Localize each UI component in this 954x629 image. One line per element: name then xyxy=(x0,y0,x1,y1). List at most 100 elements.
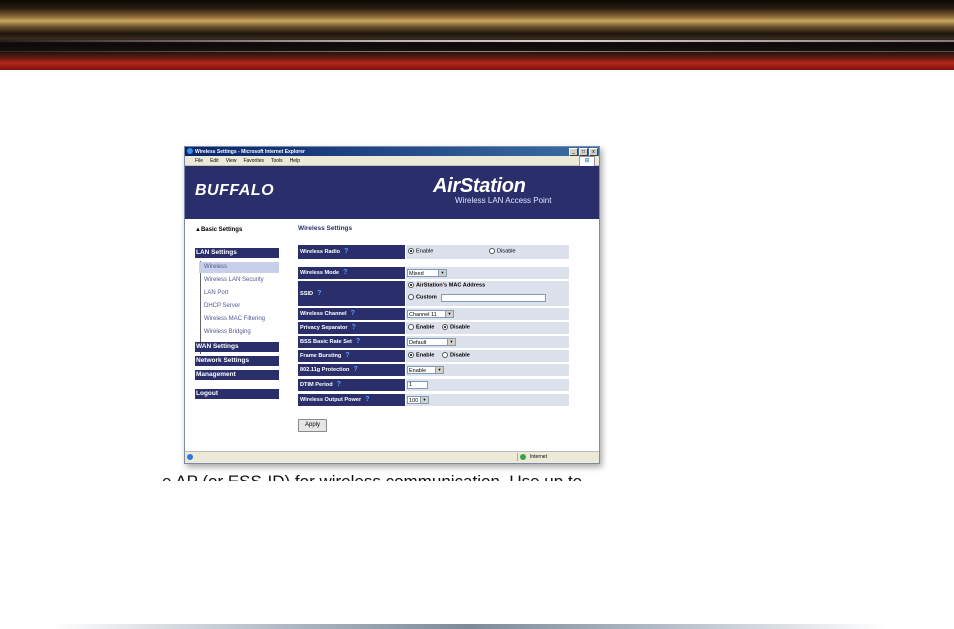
globe-icon xyxy=(520,454,526,460)
radio-enable[interactable]: Enable xyxy=(408,324,434,330)
close-button[interactable]: x xyxy=(589,147,598,156)
sidebar-subitem-wireless-mac-filtering[interactable]: Wireless MAC Filtering xyxy=(199,314,279,325)
decorative-banner xyxy=(0,0,954,70)
sidebar-subitem-wireless-bridging[interactable]: Wireless Bridging xyxy=(199,327,279,338)
row-value: 100 ▼ xyxy=(406,394,569,406)
caption-fragment: e AP (or ESS-ID) for wireless communicat… xyxy=(162,470,612,481)
row-value: Default ▼ xyxy=(406,336,569,348)
settings-row: Wireless Radio? Enable Disable xyxy=(298,245,569,259)
radio-enable[interactable]: Enable xyxy=(408,352,434,358)
brand-logo: BUFFALO xyxy=(195,182,275,199)
ssid-custom-input[interactable] xyxy=(441,294,546,302)
help-icon[interactable]: ? xyxy=(337,381,341,388)
output-power-select[interactable]: 100 ▼ xyxy=(407,396,429,404)
settings-row: SSID? AirStation's MAC Address Custom xyxy=(298,281,569,306)
row-value: Enable Disable xyxy=(406,322,569,334)
settings-row: Wireless Mode? Mixed ▼ xyxy=(298,267,569,279)
page-header: BUFFALO AirStation Wireless LAN Access P… xyxy=(185,166,599,219)
radio-icon xyxy=(442,324,448,330)
menu-view[interactable]: View xyxy=(226,158,237,164)
security-zone: Internet xyxy=(517,453,597,461)
apply-button[interactable]: Apply xyxy=(298,419,327,432)
row-label: 802.11g Protection? xyxy=(298,364,405,376)
sidebar-item-logout[interactable]: Logout xyxy=(195,389,279,399)
help-icon[interactable]: ? xyxy=(353,366,357,373)
banner-line xyxy=(0,51,954,52)
help-icon[interactable]: ? xyxy=(343,269,347,276)
dropdown-arrow-icon: ▼ xyxy=(447,339,455,345)
browser-window: Wireless Settings - Microsoft Internet E… xyxy=(184,146,600,464)
row-value: Enable ▼ xyxy=(406,364,569,376)
help-icon[interactable]: ? xyxy=(365,396,369,403)
sidebar-subitem-wireless[interactable]: Wireless xyxy=(199,262,279,273)
settings-row: Wireless Channel? Channel 11 ▼ xyxy=(298,308,569,320)
menu-help[interactable]: Help xyxy=(290,158,300,164)
row-label: Privacy Separator? xyxy=(298,322,405,334)
menu-edit[interactable]: Edit xyxy=(210,158,219,164)
help-icon[interactable]: ? xyxy=(317,290,321,297)
status-bar: Internet xyxy=(185,451,599,463)
bss-rate-select[interactable]: Default ▼ xyxy=(407,338,456,346)
settings-row: DTIM Period? 1 xyxy=(298,379,569,391)
footer-divider xyxy=(50,624,886,629)
settings-row: Frame Bursting? Enable Disable xyxy=(298,350,569,362)
banner-line xyxy=(0,40,954,42)
row-value: AirStation's MAC Address Custom xyxy=(406,281,569,306)
wireless-mode-select[interactable]: Mixed ▼ xyxy=(407,269,447,277)
product-subtitle: Wireless LAN Access Point xyxy=(455,196,552,205)
help-icon[interactable]: ? xyxy=(344,248,348,255)
help-icon[interactable]: ? xyxy=(356,338,360,345)
radio-icon xyxy=(408,352,414,358)
row-label: Wireless Radio? xyxy=(298,245,405,259)
menu-file[interactable]: File xyxy=(195,158,203,164)
dropdown-arrow-icon: ▼ xyxy=(445,311,453,317)
row-value: 1 xyxy=(406,379,569,391)
ie-icon xyxy=(187,148,193,154)
row-label: Wireless Mode? xyxy=(298,267,405,279)
product-logo: AirStation xyxy=(433,175,526,197)
row-label: Frame Bursting? xyxy=(298,350,405,362)
page-icon xyxy=(187,454,193,460)
row-value: Mixed ▼ xyxy=(406,267,569,279)
maximize-button[interactable]: □ xyxy=(579,147,588,156)
radio-icon xyxy=(408,294,414,300)
window-title: Wireless Settings - Microsoft Internet E… xyxy=(195,148,305,155)
radio-disable[interactable]: Disable xyxy=(442,352,470,358)
settings-row: 802.11g Protection? Enable ▼ xyxy=(298,364,569,376)
menu-tools[interactable]: Tools xyxy=(271,158,283,164)
help-icon[interactable]: ? xyxy=(352,324,356,331)
help-icon[interactable]: ? xyxy=(351,310,355,317)
radio-disable[interactable]: Disable xyxy=(489,248,516,254)
sidebar-item-management[interactable]: Management xyxy=(195,370,279,380)
row-label: DTIM Period? xyxy=(298,379,405,391)
row-value: Enable Disable xyxy=(406,245,569,259)
radio-icon xyxy=(442,352,448,358)
sidebar-item-network-settings[interactable]: Network Settings xyxy=(195,356,279,366)
sidebar-subitem-lan-port[interactable]: LAN Port xyxy=(199,288,279,299)
minimize-button[interactable]: _ xyxy=(569,147,578,156)
menu-favorites[interactable]: Favorites xyxy=(243,158,264,164)
radio-disable[interactable]: Disable xyxy=(442,324,470,330)
radio-mac-address[interactable]: AirStation's MAC Address xyxy=(408,282,485,288)
dropdown-arrow-icon: ▼ xyxy=(420,397,428,403)
dtim-period-input[interactable]: 1 xyxy=(407,381,428,389)
row-label: SSID? xyxy=(298,281,405,306)
radio-custom[interactable]: Custom xyxy=(408,294,437,300)
radio-enable[interactable]: Enable xyxy=(408,248,433,254)
page-content: BUFFALO AirStation Wireless LAN Access P… xyxy=(185,166,599,451)
radio-icon xyxy=(489,248,495,254)
row-label: Wireless Channel? xyxy=(298,308,405,320)
protection-select[interactable]: Enable ▼ xyxy=(407,366,444,374)
radio-icon xyxy=(408,324,414,330)
row-label: BSS Basic Rate Set? xyxy=(298,336,405,348)
dropdown-arrow-icon: ▼ xyxy=(438,270,446,276)
sidebar-subitem-dhcp-server[interactable]: DHCP Server xyxy=(199,301,279,312)
sidebar-item-wan-settings[interactable]: WAN Settings xyxy=(195,342,279,352)
sidebar-item-lan-settings[interactable]: LAN Settings xyxy=(195,248,279,258)
page-title: Wireless Settings xyxy=(298,225,353,232)
wireless-channel-select[interactable]: Channel 11 ▼ xyxy=(407,310,454,318)
sidebar-subitem-wireless-lan-security[interactable]: Wireless LAN Security xyxy=(199,275,279,286)
basic-settings-link[interactable]: ▲Basic Settings xyxy=(195,227,242,233)
help-icon[interactable]: ? xyxy=(345,352,349,359)
dropdown-arrow-icon: ▼ xyxy=(435,367,443,373)
